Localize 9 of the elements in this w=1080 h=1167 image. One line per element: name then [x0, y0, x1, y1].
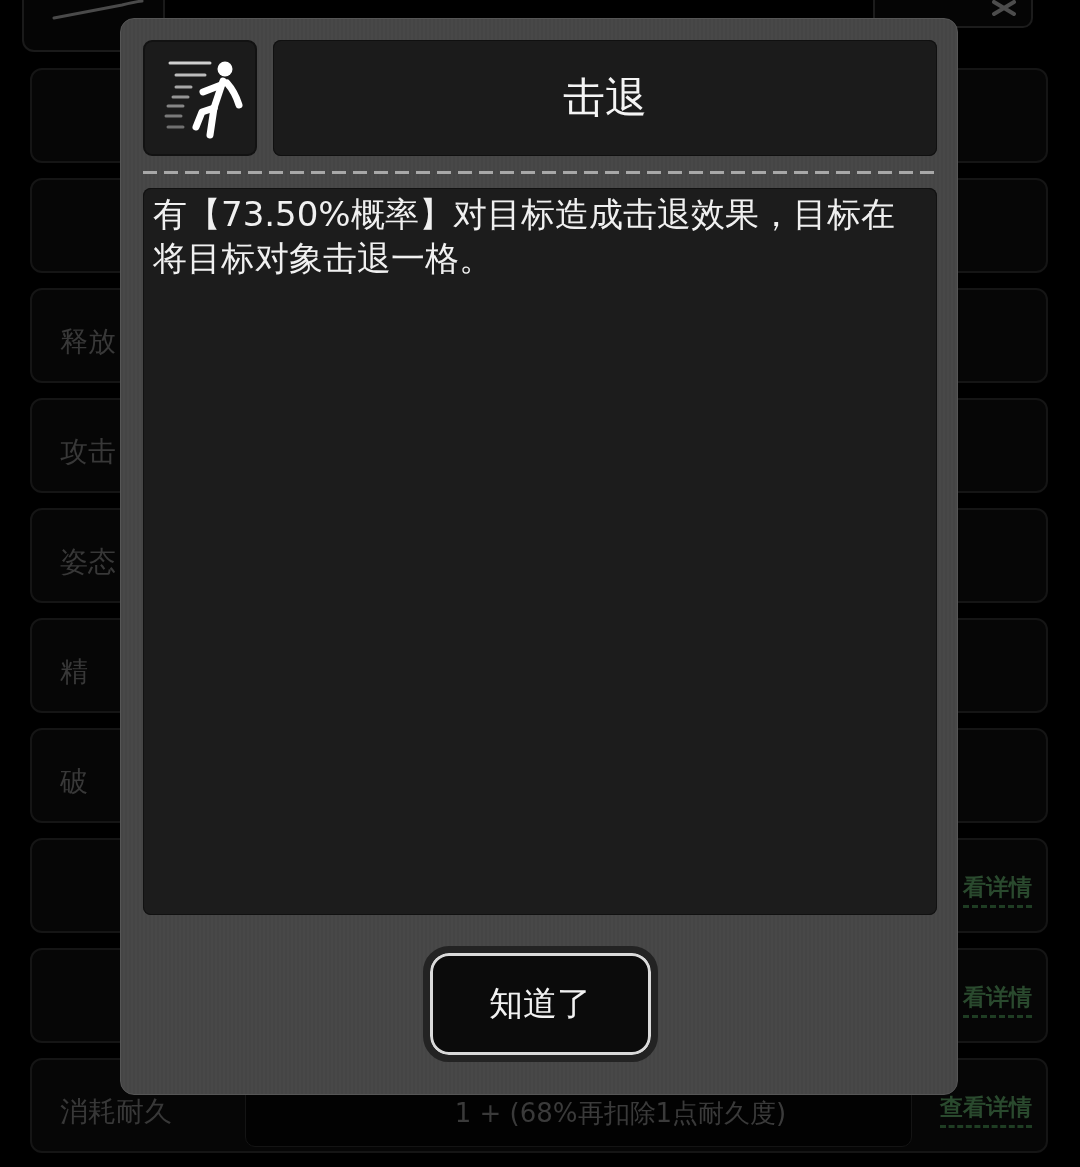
details-link[interactable]: 看详情 — [963, 875, 1032, 908]
description-text: 有【73.50%概率】对目标造成击退效果，目标在将目标对象击退一格。 — [153, 193, 896, 280]
falling-figure-icon — [143, 40, 257, 156]
dialog-title: 击退 — [563, 72, 647, 124]
slash-icon — [52, 0, 144, 20]
value-text: 1 + (68%再扣除1点耐久度) — [454, 1099, 787, 1126]
close-icon — [991, 0, 1017, 16]
ok-button[interactable]: 知道了 — [422, 946, 658, 1062]
details-link[interactable]: 看详情 — [963, 985, 1032, 1018]
